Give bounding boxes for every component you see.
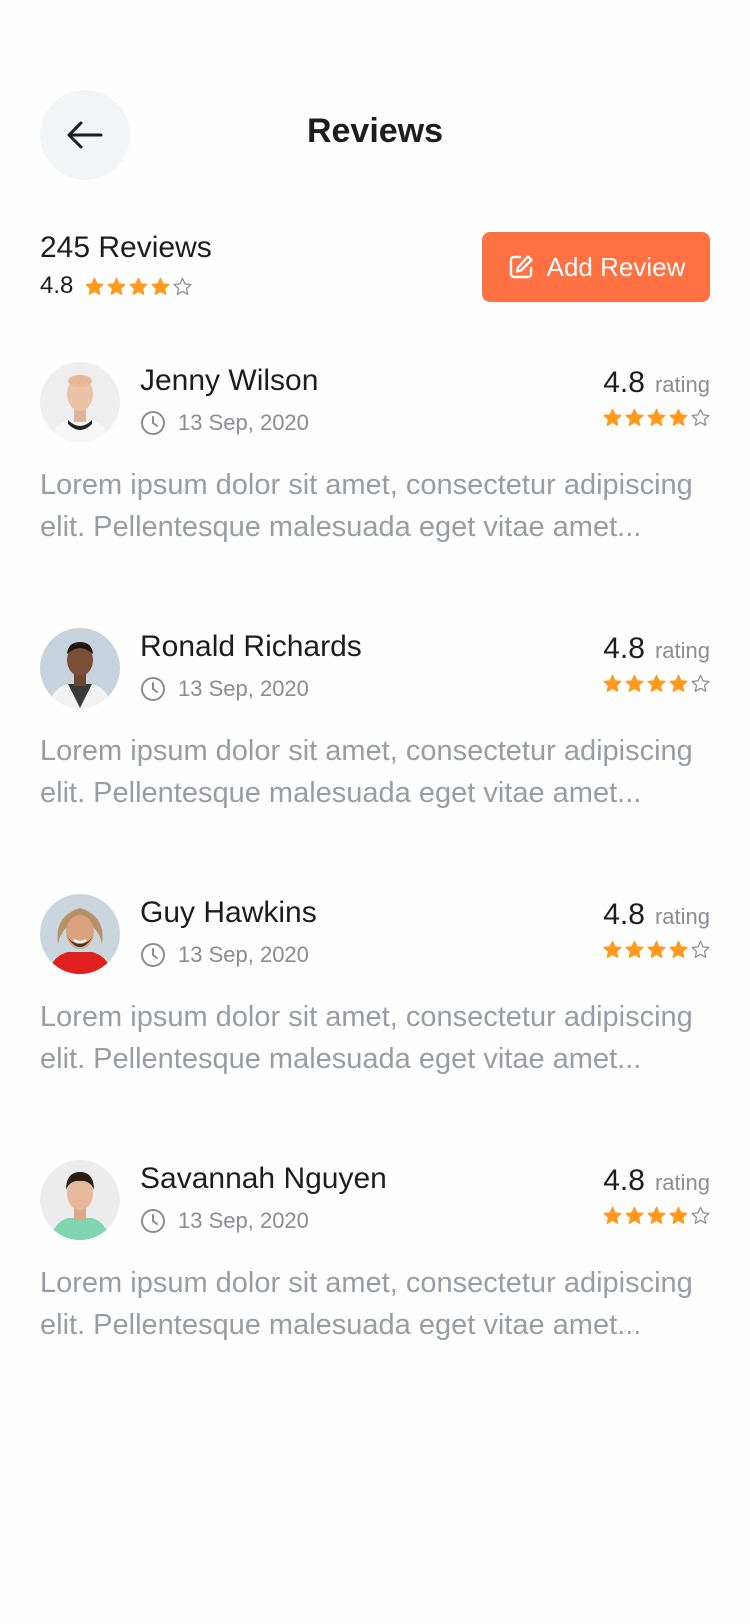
reviews-count: 245 Reviews	[40, 231, 212, 264]
rating-label: rating	[654, 904, 710, 929]
star-empty-icon	[691, 674, 710, 692]
review-text: Lorem ipsum dolor sit amet, consectetur …	[40, 1267, 693, 1341]
star-filled-icon	[151, 277, 170, 295]
review-date-row: 13 Sep, 2020	[140, 410, 309, 436]
review-rating: 4.8 rating	[603, 366, 710, 427]
star-filled-icon	[647, 1206, 666, 1224]
star-filled-icon	[107, 277, 126, 295]
reviewer-name: Savannah Nguyen	[140, 1162, 387, 1195]
star-filled-icon	[669, 940, 688, 958]
star-filled-icon	[647, 408, 666, 426]
review-text: Lorem ipsum dolor sit amet, consectetur …	[40, 735, 693, 809]
star-filled-icon	[85, 277, 104, 295]
review-date: 13 Sep, 2020	[178, 676, 309, 701]
star-filled-icon	[647, 674, 666, 692]
star-rating	[603, 674, 710, 693]
star-filled-icon	[669, 674, 688, 692]
page-title: Reviews	[306, 112, 444, 150]
star-filled-icon	[625, 674, 644, 692]
reviewer-name: Jenny Wilson	[140, 364, 319, 397]
reviewer-name: Ronald Richards	[140, 630, 362, 663]
star-filled-icon	[129, 277, 148, 295]
clock-icon	[141, 1209, 165, 1233]
review-date: 13 Sep, 2020	[178, 410, 309, 435]
reviews-list: Jenny Wilson 13 Sep, 2020 4.8 rating Lor…	[40, 360, 710, 1424]
review-date: 13 Sep, 2020	[178, 1208, 309, 1233]
reviewer-name: Guy Hawkins	[140, 896, 317, 929]
edit-icon	[509, 255, 533, 279]
star-filled-icon	[603, 674, 622, 692]
clock-icon	[141, 411, 165, 435]
star-filled-icon	[625, 1206, 644, 1224]
star-filled-icon	[603, 1206, 622, 1224]
star-rating	[603, 1206, 710, 1225]
star-filled-icon	[625, 408, 644, 426]
review-rating: 4.8 rating	[603, 1164, 710, 1225]
clock-icon	[141, 677, 165, 701]
review-date-row: 13 Sep, 2020	[140, 1208, 309, 1234]
star-filled-icon	[669, 408, 688, 426]
reviews-summary: 245 Reviews 4.8	[40, 226, 212, 300]
star-filled-icon	[603, 408, 622, 426]
review-text: Lorem ipsum dolor sit amet, consectetur …	[40, 1001, 693, 1075]
rating-value: 4.8	[603, 898, 645, 931]
avatar	[40, 1160, 120, 1240]
review-date-row: 13 Sep, 2020	[140, 942, 309, 968]
review-item[interactable]: Guy Hawkins 13 Sep, 2020 4.8 rating Lore…	[40, 892, 710, 1158]
avatar	[40, 628, 120, 708]
rating-value: 4.8	[603, 632, 645, 665]
review-date: 13 Sep, 2020	[178, 942, 309, 967]
star-rating	[603, 408, 710, 427]
rating-label: rating	[654, 638, 710, 663]
rating-label: rating	[654, 372, 710, 397]
star-filled-icon	[647, 940, 666, 958]
avatar	[40, 894, 120, 974]
star-empty-icon	[173, 277, 192, 295]
star-filled-icon	[625, 940, 644, 958]
star-empty-icon	[691, 408, 710, 426]
summary-rating-row: 4.8	[40, 272, 212, 300]
star-empty-icon	[691, 940, 710, 958]
review-text: Lorem ipsum dolor sit amet, consectetur …	[40, 469, 693, 543]
star-filled-icon	[669, 1206, 688, 1224]
review-date-row: 13 Sep, 2020	[140, 676, 309, 702]
star-rating	[603, 940, 710, 959]
summary-rating-value: 4.8	[40, 272, 74, 299]
review-item[interactable]: Savannah Nguyen 13 Sep, 2020 4.8 rating …	[40, 1158, 710, 1424]
reviews-screen: Reviews 245 Reviews 4.8 Add Review Jenny…	[0, 0, 750, 1624]
rating-label: rating	[654, 1170, 710, 1195]
star-filled-icon	[603, 940, 622, 958]
clock-icon	[141, 943, 165, 967]
add-review-button[interactable]: Add Review	[482, 232, 710, 302]
star-empty-icon	[691, 1206, 710, 1224]
review-rating: 4.8 rating	[603, 898, 710, 959]
review-item[interactable]: Ronald Richards 13 Sep, 2020 4.8 rating …	[40, 626, 710, 892]
review-item[interactable]: Jenny Wilson 13 Sep, 2020 4.8 rating Lor…	[40, 360, 710, 626]
rating-value: 4.8	[603, 1164, 645, 1197]
review-rating: 4.8 rating	[603, 632, 710, 693]
add-review-label: Add Review	[546, 251, 686, 282]
summary-star-rating	[85, 277, 192, 296]
avatar	[40, 362, 120, 442]
rating-value: 4.8	[603, 366, 645, 399]
